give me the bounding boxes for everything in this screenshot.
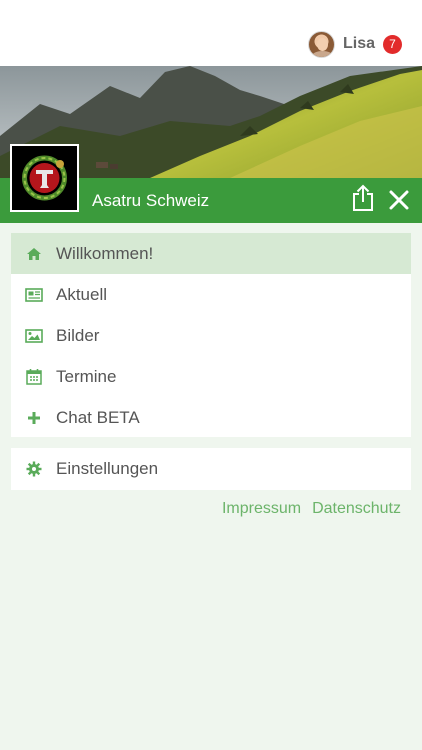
home-icon: [25, 245, 43, 263]
impressum-link[interactable]: Impressum: [222, 500, 301, 518]
group-name: Asatru Schweiz: [92, 191, 210, 210]
user-menu[interactable]: Lisa 7: [307, 30, 402, 58]
close-button[interactable]: [388, 189, 410, 211]
notification-badge[interactable]: 7: [383, 34, 402, 54]
main-menu: Willkommen! Aktuell Bilder Termine Chat …: [11, 233, 411, 437]
share-button[interactable]: [351, 184, 375, 212]
menu-item-einstellungen[interactable]: Einstellungen: [11, 448, 411, 490]
menu-item-bilder[interactable]: Bilder: [11, 315, 411, 356]
datenschutz-link[interactable]: Datenschutz: [312, 500, 401, 518]
menu-item-label: Termine: [56, 366, 117, 386]
menu-item-label: Bilder: [56, 325, 100, 345]
menu-item-label: Willkommen!: [56, 243, 154, 263]
top-bar: Lisa 7: [0, 0, 422, 66]
menu-item-label: Aktuell: [56, 284, 108, 304]
menu-item-label: Einstellungen: [56, 459, 159, 478]
share-icon: [353, 184, 373, 211]
menu-item-termine[interactable]: Termine: [11, 356, 411, 397]
image-icon: [25, 327, 43, 345]
footer-links: Impressum Datenschutz: [222, 500, 401, 518]
calendar-icon: [25, 368, 43, 386]
menu-item-chat[interactable]: Chat BETA: [11, 397, 411, 438]
plus-icon: [25, 409, 43, 427]
settings-section: Einstellungen: [11, 448, 411, 490]
menu-item-label: Chat BETA: [56, 407, 140, 427]
avatar[interactable]: [307, 30, 335, 58]
menu-item-willkommen[interactable]: Willkommen!: [11, 233, 411, 274]
close-icon: [389, 190, 409, 210]
newspaper-icon: [25, 286, 43, 304]
menu-item-aktuell[interactable]: Aktuell: [11, 274, 411, 315]
gear-icon: [25, 460, 43, 478]
group-logo: [10, 144, 79, 212]
username[interactable]: Lisa: [343, 35, 375, 53]
